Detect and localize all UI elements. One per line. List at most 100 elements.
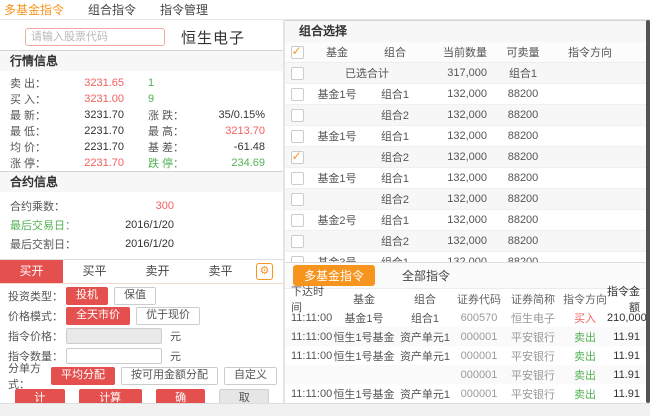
top-tab[interactable]: 多基金指令 [4,1,64,18]
col-amount: 指令金额 [607,283,650,315]
price-mode-option[interactable]: 优于现价 [136,307,200,325]
scrollbar[interactable] [646,20,650,403]
cell-sellable: 88200 [491,151,555,163]
row-checkbox[interactable] [291,67,304,80]
contract-section-title: 合约信息 [0,171,283,192]
order-row[interactable]: 11:11:00 恒生1号基金 资产单元1 000001 平安银行 卖出 11.… [285,384,650,403]
row-checkbox[interactable] [291,109,304,122]
trade-tab[interactable]: 卖开 [126,260,189,283]
quote-label: 最 高： [148,123,206,139]
gear-icon[interactable]: ⚙ [256,263,273,280]
col-fund: 基金 [309,44,365,60]
contract-value: 2016/1/20 [92,219,174,231]
contract-info: 合约乘数： 300 最后交易日： 2016/1/20 最后交割日： 2016/1… [0,192,283,253]
row-checkbox[interactable] [291,151,304,164]
col-group: 组合 [395,291,455,307]
quote-label: 1 [148,77,206,89]
split-mode-option[interactable]: 平均分配 [51,367,115,385]
portfolio-row[interactable]: 组合2 132,000 88200 [285,105,650,126]
trade-tab[interactable]: 卖平 [189,260,252,283]
order-qty-input[interactable] [66,348,162,364]
form-button[interactable]: 计算 [15,389,65,403]
cell-sec-code: 000001 [455,331,503,343]
quote-section-title: 行情信息 [0,50,283,71]
row-checkbox[interactable] [291,193,304,206]
top-tab[interactable]: 指令管理 [160,1,208,18]
cell-group: 组合1 [365,128,425,144]
select-all-checkbox[interactable] [291,46,304,59]
order-price-input[interactable] [66,328,162,344]
cell-current-qty: 132,000 [425,172,491,184]
order-row[interactable]: 11:11:00 恒生1号基金 资产单元1 000001 平安银行 卖出 11.… [285,327,650,346]
cell-fund: 基金1号 [309,170,365,186]
top-tab[interactable]: 组合指令 [88,1,136,18]
cell-direction: 卖出 [563,386,607,402]
form-button[interactable]: 计算风险 [79,389,142,403]
invest-type-option[interactable]: 投机 [66,287,108,305]
stock-search-row: 恒生电子 [0,20,283,50]
contract-row: 合约乘数： 300 [0,196,283,215]
portfolio-row[interactable]: 组合2 132,000 88200 [285,189,650,210]
portfolio-row[interactable]: 基金1号 组合1 132,000 88200 [285,168,650,189]
trade-tab[interactable]: 买开 [0,260,63,283]
portfolio-row[interactable]: 已选合计 317,000 组合1 [285,63,650,84]
cell-current-qty: 132,000 [425,193,491,205]
cell-sec-name: 平安银行 [503,386,563,402]
contract-row: 最后交易日： 2016/1/20 [0,215,283,234]
cell-fund: 恒生1号基金 [333,329,395,345]
trade-tabs: 买开 买平 卖开 卖平 [0,260,252,283]
portfolio-row[interactable]: 基金1号 组合1 132,000 88200 [285,126,650,147]
split-mode-option[interactable]: 按可用金额分配 [121,367,218,385]
portfolio-row[interactable]: 基金2号 组合1 132,000 88200 [285,210,650,231]
cell-direction: 卖出 [563,329,607,345]
invest-type-option[interactable]: 保值 [114,287,156,305]
cell-group: 资产单元1 [395,386,455,402]
row-checkbox[interactable] [291,172,304,185]
form-button[interactable]: 取消 [219,389,269,403]
price-mode-label: 价格模式： [8,308,66,324]
orders-tab[interactable]: 全部指令 [391,265,461,286]
form-buttons: 计算 计算风险 确认 取消 [8,386,283,403]
cell-current-qty: 132,000 [425,130,491,142]
right-panel: 组合选择 基金 组合 当前数量 可卖量 指令方向 已选合计 317,000 组合… [285,20,650,403]
row-checkbox[interactable] [291,256,304,263]
row-checkbox[interactable] [291,235,304,248]
form-button[interactable]: 确认 [156,389,206,403]
order-row[interactable]: 11:11:00 基金1号 组合1 600570 恒生电子 买入 210,000 [285,308,650,327]
portfolio-row[interactable]: 组合2 132,000 88200 [285,231,650,252]
quote-value: 3231.70 [58,109,124,121]
order-price-label: 指令价格： [8,328,66,344]
quote-value: 3231.00 [58,93,124,105]
price-mode-option[interactable]: 全天市价 [66,307,130,325]
row-checkbox[interactable] [291,88,304,101]
quote-label: 基 差： [148,139,206,155]
portfolio-row[interactable]: 基金1号 组合1 132,000 88200 [285,84,650,105]
cell-direction: 卖出 [563,348,607,364]
cell-sec-name: 平安银行 [503,367,563,383]
cell-fund: 恒生1号基金 [333,348,395,364]
cell-group: 组合1 [365,86,425,102]
cell-current-qty: 132,000 [425,151,491,163]
split-mode-option[interactable]: 自定义 [224,367,277,385]
portfolio-row[interactable]: 基金3号 组合1 132,000 88200 [285,252,650,262]
cell-sellable: 88200 [491,256,555,262]
col-group: 组合 [365,44,425,60]
row-checkbox[interactable] [291,214,304,227]
cell-amount: 210,000 [607,312,650,324]
col-sellable: 可卖量 [491,44,555,60]
portfolio-row[interactable]: 组合2 132,000 88200 [285,147,650,168]
col-current-qty: 当前数量 [425,44,491,60]
order-row[interactable]: 000001 平安银行 卖出 11.91 [285,365,650,384]
cell-current-qty: 132,000 [425,88,491,100]
trade-tab[interactable]: 买平 [63,260,126,283]
order-qty-unit: 元 [170,348,181,364]
stock-code-input[interactable] [25,28,165,46]
order-row[interactable]: 11:11:00 恒生1号基金 资产单元1 000001 平安银行 卖出 11.… [285,346,650,365]
footer-strip [0,403,650,416]
row-checkbox[interactable] [291,130,304,143]
quote-label: 涨 停： [10,155,58,171]
quote-row: 卖 出： 3231.65 1 [0,75,283,91]
stock-name: 恒生电子 [181,27,245,48]
portfolio-section-title: 组合选择 [285,20,650,42]
contract-row: 最后交割日： 2016/1/20 [0,234,283,253]
